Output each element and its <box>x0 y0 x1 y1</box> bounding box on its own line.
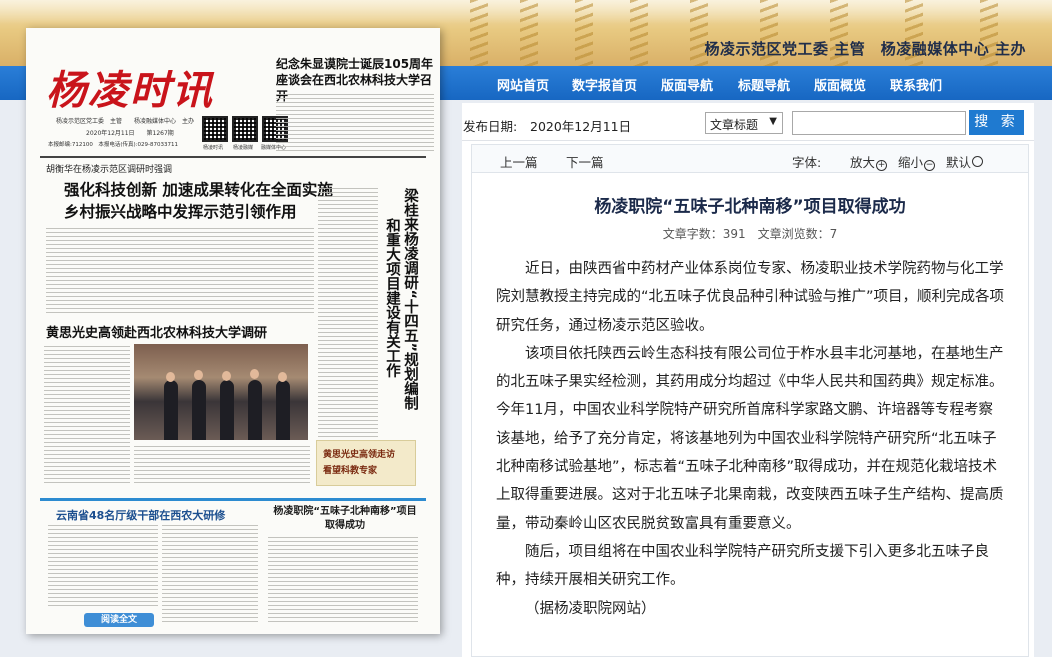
paper-body-text <box>46 228 314 314</box>
article-stats: 文章字数：391 文章浏览数：7 <box>662 227 838 241</box>
paper-bottom-section: 云南省48名厅级干部在西农大研修 杨凌职院“五味子北种南移”项目取得成功 阅读全… <box>40 498 426 628</box>
paper-body-text <box>162 525 258 623</box>
article-title: 杨凌职院“五味子北种南移”项目取得成功 <box>594 197 906 217</box>
article-paragraph: 随后，项目组将在中国农业科学院特产研究所支援下引入更多北五味子良种，持续开展相关… <box>496 543 989 589</box>
paper-divider <box>40 156 426 158</box>
paper-vertical-headline[interactable]: 梁桂来杨凌调研“十四五”规划编制 <box>400 188 418 410</box>
minus-icon: − <box>924 160 936 171</box>
font-larger-button[interactable]: 放大 + <box>850 152 888 171</box>
sidebox-line: 黄思光史高领走访 <box>323 450 396 460</box>
search-input[interactable] <box>792 111 966 135</box>
article-panel: 发布日期: 2020年12月11日 文章标题 ▼ 搜 索 上一篇 下一篇 字体:… <box>462 103 1034 657</box>
newspaper-masthead: 杨凌时讯 <box>46 67 214 114</box>
circle-icon <box>972 156 984 167</box>
publish-date-label: 发布日期: <box>463 119 518 134</box>
nav-digital-home[interactable]: 数字报首页 <box>572 75 637 94</box>
news-photo <box>134 344 308 440</box>
nav-title-guide[interactable]: 标题导航 <box>738 75 790 94</box>
publish-date-value[interactable]: 2020年12月11日 <box>530 116 631 135</box>
article-box: 上一篇 下一篇 字体: 放大 + 缩小 − 默认 杨凌职院“五味子北种南移”项目取得… <box>471 144 1029 657</box>
newspaper-page[interactable]: 杨凌时讯 杨凌示范区党工委 主管 杨凌融媒体中心 主办 2020年12月11日 … <box>26 28 440 634</box>
nav-layout-overview[interactable]: 版面概览 <box>814 75 866 94</box>
article-nav-bar: 上一篇 下一篇 字体: 放大 + 缩小 − 默认 <box>472 145 1028 173</box>
next-article-link[interactable]: 下一篇 <box>566 152 604 171</box>
chevron-down-icon: ▼ <box>769 116 777 127</box>
sidebox-line: 看望科教专家 <box>323 466 378 476</box>
search-toolbar: 发布日期: 2020年12月11日 文章标题 ▼ 搜 索 <box>462 103 1034 141</box>
prev-article-link[interactable]: 上一篇 <box>500 152 538 171</box>
paper-headline-main[interactable]: 强化科技创新 加速成果转化在全面实施乡村振兴战略中发挥示范引领作用 <box>64 179 344 223</box>
font-smaller-button[interactable]: 缩小 − <box>898 152 936 171</box>
article-paragraph: 该项目依托陕西云岭生态科技有限公司位于柞水县丰北河基地，在基地生产的北五味子果实… <box>496 345 1004 532</box>
article-source: （据杨凌职院网站） <box>525 600 656 617</box>
paper-bottom-headline-article[interactable]: 杨凌职院“五味子北种南移”项目取得成功 <box>270 505 420 533</box>
paper-body-text <box>134 446 310 486</box>
paper-body-text <box>44 346 130 486</box>
wheat-decoration <box>470 0 488 66</box>
qr-code-icon <box>232 116 258 142</box>
wheat-decoration <box>520 0 538 66</box>
masthead-date: 2020年12月11日 第1267期 <box>86 130 174 137</box>
site-host-text: 杨凌示范区党工委 主管 杨凌融媒体中心 主办 <box>704 40 1026 58</box>
search-type-value: 文章标题 <box>710 118 759 132</box>
paper-body-text <box>276 94 434 154</box>
font-size-label: 字体: <box>792 155 822 170</box>
paper-bottom-headline[interactable]: 云南省48名厅级干部在西农大研修 <box>56 507 225 523</box>
paper-kicker: 胡衡华在杨凌示范区调研时强调 <box>46 165 173 175</box>
article-content: 近日，由陕西省中药材产业体系岗位专家、杨凌职业技术学院药物与化工学院刘慧教授主持… <box>496 255 1006 623</box>
read-more-tag[interactable]: 阅读全文 <box>84 613 154 627</box>
paper-vertical-headline[interactable]: 和重大项目建设有关工作 <box>382 218 400 378</box>
paper-body-text <box>48 525 158 609</box>
masthead-sub: 杨凌示范区党工委 主管 杨凌融媒体中心 主办 <box>56 118 195 125</box>
paper-body-text <box>268 537 418 625</box>
wheat-decoration <box>630 0 648 66</box>
paper-headline-second[interactable]: 黄思光史高领赴西北农林科技大学调研 <box>46 322 267 341</box>
paper-body-text <box>318 188 378 456</box>
qr-code-icon <box>202 116 228 142</box>
wheat-decoration <box>575 0 593 66</box>
nav-layout-guide[interactable]: 版面导航 <box>661 75 713 94</box>
paper-sidebox[interactable]: 黄思光史高领走访 看望科教专家 <box>316 440 416 486</box>
plus-icon: + <box>876 160 888 171</box>
font-default-button[interactable]: 默认 <box>946 152 984 171</box>
search-type-select[interactable]: 文章标题 ▼ <box>705 112 783 134</box>
article-paragraph: 近日，由陕西省中药材产业体系岗位专家、杨凌职业技术学院药物与化工学院刘慧教授主持… <box>496 261 1005 334</box>
search-button[interactable]: 搜 索 <box>969 110 1024 135</box>
nav-contact[interactable]: 联系我们 <box>890 75 942 94</box>
qr-label: 杨凌融媒 <box>233 145 254 151</box>
masthead-number: 本报邮编:712100 本报电话(传真):029-87033711 <box>48 142 178 148</box>
qr-label: 杨凌时讯 <box>203 145 224 151</box>
nav-home[interactable]: 网站首页 <box>497 75 549 94</box>
